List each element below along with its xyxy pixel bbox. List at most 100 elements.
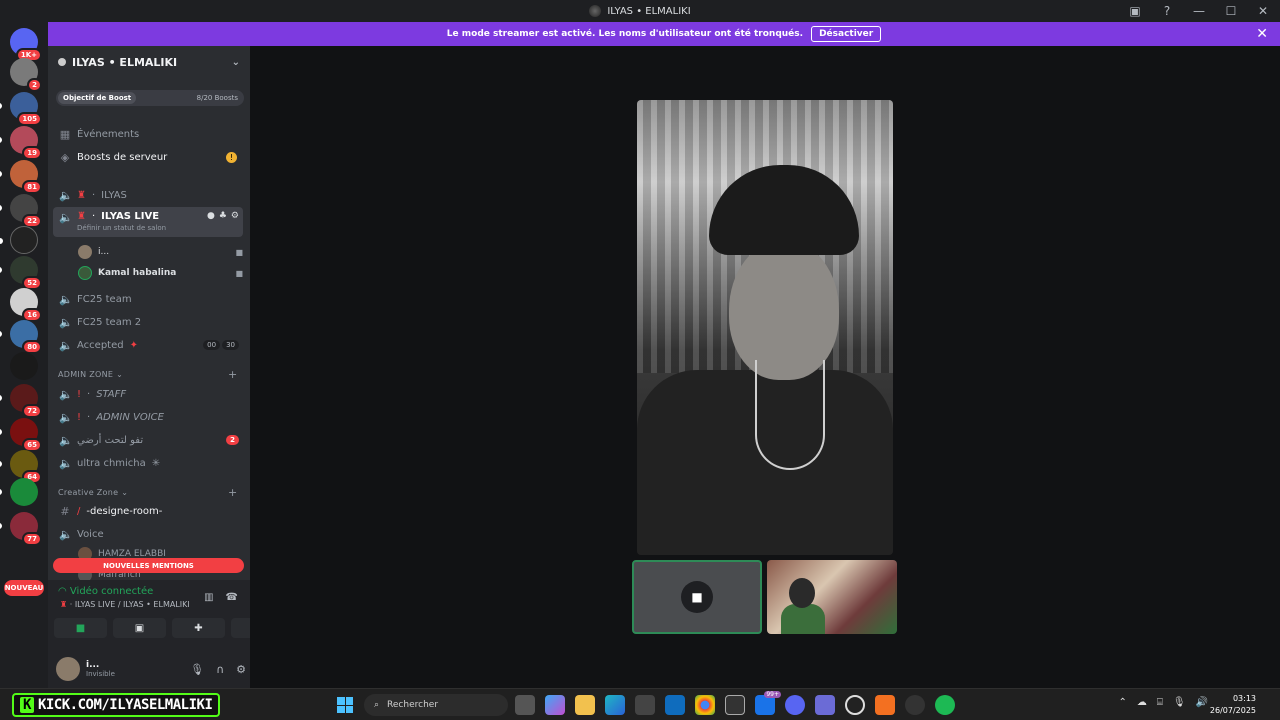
voice-channel-link[interactable]: ♜ · ILYAS LIVE / ILYAS • ELMALIKI [60,600,190,609]
start-button[interactable] [337,697,353,713]
home-button[interactable]: 1K+ [10,28,42,62]
task-view-icon[interactable] [515,695,535,715]
voice-panel: ◠ Vidéo connectée ♜ · ILYAS LIVE / ILYAS… [48,580,284,688]
server-icon[interactable]: 81 [0,160,42,194]
video-tile-camera-off[interactable]: ■ [632,560,762,634]
volume-icon[interactable]: 🔊 [1196,697,1208,708]
edge-icon[interactable] [605,695,625,715]
chat-icon[interactable]: ● [207,211,215,221]
microphone-icon[interactable]: 🎙 [190,663,204,676]
category-creative-zone[interactable]: Creative Zone ⌄ + [58,486,237,499]
boosts-item[interactable]: ◈ Boosts de serveur! [53,146,243,168]
obs-icon[interactable] [845,695,865,715]
close-icon[interactable]: ✕ [1256,26,1268,42]
voice-channel-ilyas[interactable]: 🔈 ♜ · ILYAS [53,184,243,206]
add-channel-icon[interactable]: + [228,486,238,499]
chrome-icon[interactable] [695,695,715,715]
file-explorer-icon[interactable] [575,695,595,715]
microphone-icon[interactable]: 🎙 [1173,697,1186,708]
server-icon[interactable]: 72 [0,384,42,418]
disable-streamer-button[interactable]: Désactiver [811,26,882,42]
server-icon[interactable]: 52 [0,256,42,290]
camera-toggle-button[interactable]: ■ [54,618,107,638]
video-tile-participant[interactable] [767,560,897,634]
add-channel-icon[interactable]: + [228,368,238,381]
channel-status[interactable]: Définir un statut de salon [77,224,166,232]
voice-channel-staff[interactable]: 🔈! · STAFF [53,383,243,405]
minimize-button[interactable]: — [1190,2,1208,20]
server-icon[interactable]: 64 [0,450,42,484]
steam-icon[interactable] [905,695,925,715]
speaker-icon: 🔈 [59,188,73,202]
server-icon[interactable] [0,478,38,506]
teams-icon[interactable]: 99+ [755,691,781,715]
server-icon[interactable]: 80 [0,320,42,354]
server-icon[interactable]: 22 [0,194,42,228]
unread-badge: 81 [22,180,42,194]
gamepad-icon: ✚ [194,622,203,634]
outlook-icon[interactable] [665,695,685,715]
server-icon[interactable] [10,352,38,380]
guild-icon [58,58,66,66]
taskbar-search[interactable]: ⌕ Rechercher [364,694,508,716]
maximize-button[interactable]: ☐ [1222,2,1240,20]
gamepad-icon[interactable] [815,695,835,715]
capcut-icon[interactable] [725,695,745,715]
camera-icon: ■ [75,622,86,634]
gear-icon[interactable]: ⚙ [236,663,246,676]
gear-icon[interactable]: ⚙ [231,211,239,221]
voice-user[interactable]: Kamal habalina ■ [78,263,243,283]
headphones-icon[interactable]: ∩ [216,663,224,676]
disconnect-icon[interactable]: ☎ [226,592,238,603]
server-icon[interactable]: 105 [0,92,42,126]
unread-badge: 105 [17,112,42,126]
voice-channel-admin-voice[interactable]: 🔈! · ADMIN VOICE [53,406,243,428]
server-icon[interactable]: 65 [0,418,42,452]
text-channel-designe-room[interactable]: # / -designe-room- [53,500,243,522]
spotify-icon[interactable] [935,695,955,715]
screen-share-button[interactable]: ▣ [113,618,166,638]
siren-icon: ♜ [77,189,86,201]
window-title: ILYAS • ELMALIKI [589,5,691,17]
help-icon[interactable]: ? [1158,2,1176,20]
server-icon[interactable]: 16 [10,288,42,322]
main-video-feed[interactable] [637,100,893,555]
streamer-mode-banner: Le mode streamer est activé. Les noms d'… [48,22,1280,46]
speaker-icon: 🔈 [59,527,73,541]
voice-channel-ilyas-live[interactable]: 🔈 ♜ · ILYAS LIVE ● ♣ ⚙ Définir un statut de s… [53,207,243,237]
voice-channel-fc25-2[interactable]: 🔈 FC25 team 2 [53,311,243,333]
network-icon[interactable]: ⌸ [1157,697,1163,708]
store-icon[interactable] [635,695,655,715]
server-icon[interactable]: 19 [0,126,42,160]
cloud-icon[interactable]: ☁ [1137,697,1147,708]
server-icon[interactable] [0,226,38,254]
voice-channel-fc25[interactable]: 🔈 FC25 team [53,288,243,310]
category-admin-zone[interactable]: ADMIN ZONE ⌄ + [58,368,237,381]
guild-header[interactable]: ILYAS • ELMALIKI ⌄ [48,46,250,78]
voice-channel-accepted[interactable]: 🔈 Accepted ✦ 00 30 [53,334,243,356]
noise-suppression-icon[interactable]: ▥ [204,592,213,603]
copilot-icon[interactable] [545,695,565,715]
clock[interactable]: 03:13 26/07/2025 [1210,693,1256,717]
new-servers-pill[interactable]: NOUVEAU [4,580,44,596]
events-item[interactable]: ▦ Événements [53,123,243,145]
new-mentions-pill[interactable]: NOUVELLES MENTIONS [53,558,244,573]
ableton-icon[interactable] [875,695,895,715]
screen-share-icon[interactable]: ▣ [1126,2,1144,20]
chevron-up-icon[interactable]: ⌃ [1118,697,1126,708]
boost-goal[interactable]: Objectif de Boost 8/20 Boosts [56,90,244,106]
invite-icon[interactable]: ♣ [219,211,227,221]
voice-channel-ultra[interactable]: 🔈 ultra chmicha ✳ [53,452,243,474]
unread-badge: 2 [27,78,42,92]
server-icon[interactable]: 77 [0,512,42,546]
video-camera-icon: ■ [681,581,713,613]
avatar[interactable] [56,657,80,681]
server-icon[interactable]: 2 [10,58,42,92]
voice-channel-arabic[interactable]: 🔈 تفو لتحت أرضي 2 [53,429,243,451]
voice-channel-voice[interactable]: 🔈 Voice [53,523,243,545]
kick-overlay: K KICK.COM/ILYASELMALIKI [12,693,221,717]
activities-button[interactable]: ✚ [172,618,225,638]
voice-user[interactable]: i... ■ [78,242,243,262]
discord-icon[interactable] [785,695,805,715]
close-window-button[interactable]: ✕ [1254,2,1272,20]
